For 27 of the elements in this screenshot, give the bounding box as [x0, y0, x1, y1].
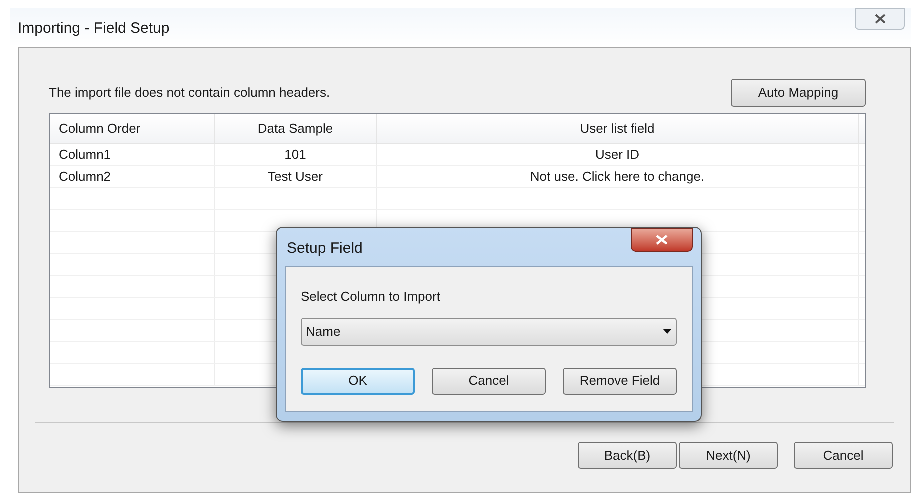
field-label: Select Column to Import: [301, 288, 442, 306]
table-cell: User ID: [377, 144, 859, 165]
wizard-button[interactable]: Back(B): [578, 442, 677, 469]
wizard-button[interactable]: Next(N): [679, 442, 778, 469]
close-button[interactable]: [855, 8, 905, 30]
close-icon: [656, 235, 668, 245]
table-cell: Test User: [215, 166, 377, 187]
dialog-button[interactable]: Remove Field: [563, 368, 677, 394]
wizard-button[interactable]: Cancel: [794, 442, 893, 469]
table-cell: Not use. Click here to change.: [377, 166, 859, 187]
dropdown-value: Name: [306, 322, 341, 341]
column-dropdown[interactable]: Name: [301, 318, 677, 346]
dialog-button[interactable]: Cancel: [432, 368, 546, 394]
window-title: Importing - Field Setup: [18, 19, 170, 39]
table-cell: 101: [215, 144, 377, 165]
table-cell: Column2: [50, 166, 215, 187]
dropdown-arrow-icon: [663, 329, 672, 334]
close-icon: [874, 14, 886, 24]
column-header[interactable]: Data Sample: [215, 114, 377, 143]
info-text: The import file does not contain column headers.: [49, 84, 330, 102]
close-button[interactable]: [631, 228, 693, 252]
column-header[interactable]: Column Order: [50, 114, 215, 143]
dialog-title: Setup Field: [287, 239, 363, 259]
dialog-button[interactable]: OK: [301, 368, 415, 394]
column-header[interactable]: User list field: [377, 114, 859, 143]
auto-mapping-button[interactable]: Auto Mapping: [731, 79, 866, 107]
table-cell: Column1: [50, 144, 215, 165]
